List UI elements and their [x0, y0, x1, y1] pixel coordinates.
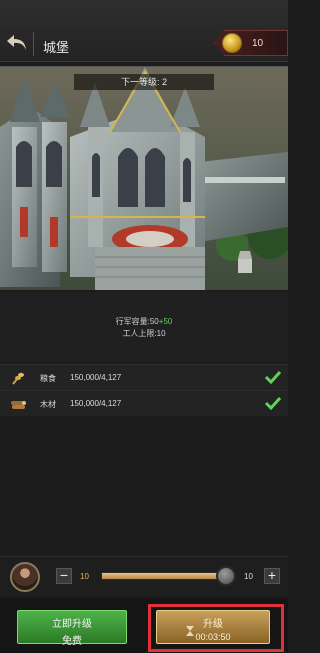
- back-button[interactable]: [4, 30, 30, 56]
- page-title: 城堡: [43, 40, 70, 55]
- instant-upgrade-label: 立即升级: [52, 619, 92, 630]
- castle-scene: [0, 66, 288, 290]
- hourglass-icon: [186, 626, 194, 636]
- avatar[interactable]: [10, 562, 40, 592]
- upgrade-time: 00:03:50: [195, 632, 231, 642]
- gold-count: 10: [252, 38, 264, 49]
- back-arrow-icon: [7, 35, 26, 50]
- resource-name: 木材: [40, 400, 56, 409]
- castle-illustration: [0, 67, 288, 290]
- march-capacity: 行军容量:50+50: [0, 316, 288, 327]
- instant-upgrade-cost: 免费: [62, 636, 82, 647]
- resource-name: 粮食: [40, 374, 56, 383]
- slider-min-value: 10: [80, 572, 89, 581]
- list-item: 木材 150,000/4,127: [0, 390, 288, 416]
- wood-icon: [11, 401, 26, 409]
- march-capacity-bonus: +50: [158, 317, 173, 326]
- march-capacity-value: 行军容量:50: [115, 317, 159, 326]
- list-item: 粮食 150,000/4,127: [0, 364, 288, 390]
- increase-button[interactable]: +: [264, 568, 280, 584]
- slider-fill: [102, 573, 224, 579]
- worker-slider[interactable]: [101, 572, 225, 580]
- resource-value: 150,000/4,127: [70, 399, 122, 408]
- slider-handle[interactable]: [216, 566, 236, 586]
- grain-icon: [12, 372, 24, 385]
- checkmark-icon: [264, 370, 282, 385]
- upgrade-button[interactable]: 升级 00:03:50: [156, 610, 270, 644]
- checkmark-icon: [264, 396, 282, 411]
- resource-value: 150,000/4,127: [70, 373, 122, 382]
- next-level-label: 下一等级: 2: [74, 74, 214, 90]
- instant-upgrade-button[interactable]: 立即升级 免费: [17, 610, 127, 647]
- worker-limit: 工人上限:10: [122, 329, 166, 338]
- title-divider: [33, 32, 34, 56]
- upgrade-stats: 行军容量:50+50 工人上限:10: [0, 292, 288, 362]
- upgrade-label: 升级: [203, 619, 223, 630]
- gold-coin-icon: [222, 33, 242, 53]
- slider-max-value: 10: [244, 572, 253, 581]
- decrease-button[interactable]: −: [56, 568, 72, 584]
